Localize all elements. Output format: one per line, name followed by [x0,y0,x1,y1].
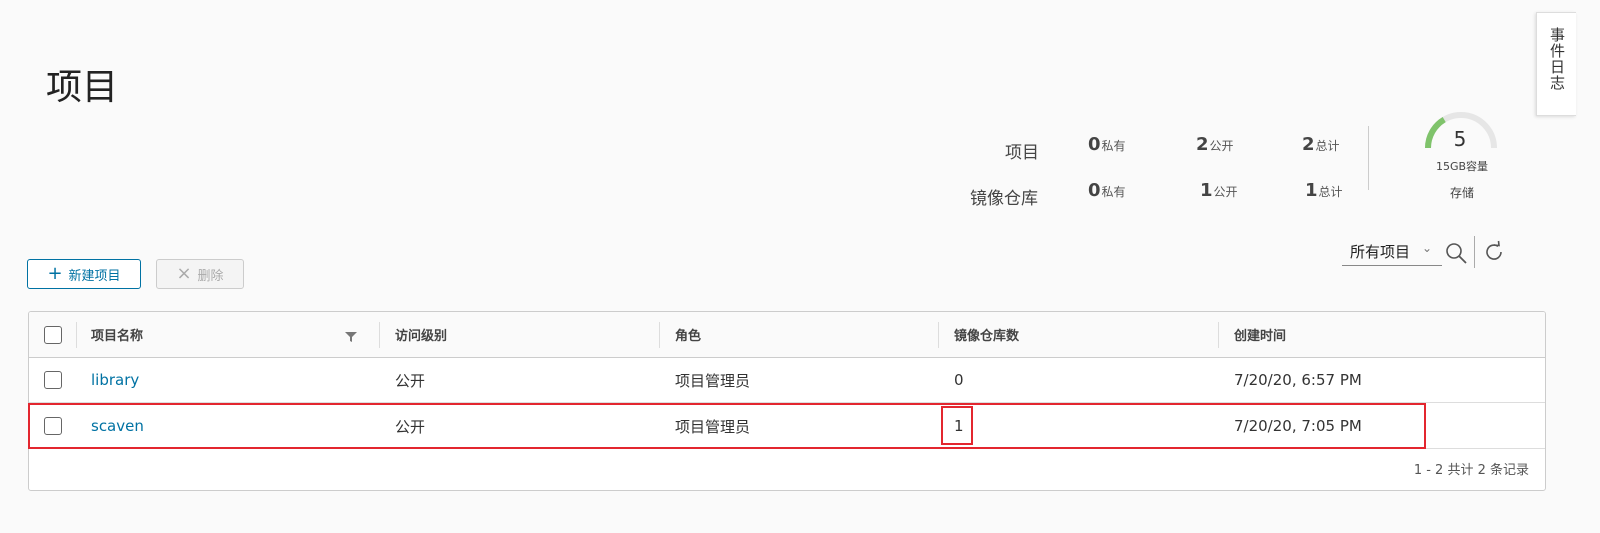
projects-stats-row: 项目 0私有 2公开 2总计 [960,134,1360,164]
projects-total-num: 2 [1302,134,1315,155]
refresh-icon[interactable] [1482,240,1506,264]
column-header-created[interactable]: 创建时间 [1234,312,1286,357]
projects-public-unit: 公开 [1209,139,1234,153]
role: 项目管理员 [675,371,751,390]
delete-button[interactable]: × 删除 [156,259,244,289]
column-divider [76,322,77,348]
chevron-down-icon: ⌄ [1421,241,1432,255]
repositories-stats-row: 镜像仓库 0私有 1公开 1总计 [960,180,1360,210]
delete-label: 删除 [197,268,224,284]
column-divider [379,322,380,348]
repositories-total-num: 1 [1305,180,1318,201]
repositories-private-num: 0 [1088,180,1101,201]
storage-label: 存储 [1449,186,1474,200]
column-header-name[interactable]: 项目名称 [91,312,143,357]
repositories-public-unit: 公开 [1213,185,1238,199]
projects-private-num: 0 [1088,134,1101,155]
repositories-public-num: 1 [1200,180,1213,201]
project-filter-select[interactable]: 所有项目 ⌄ [1342,238,1442,266]
toolbar-divider [1474,236,1475,268]
event-log-tab[interactable]: 事件日志 [1536,12,1576,116]
repositories-private: 0私有 [1088,180,1126,201]
repositories-stats-label: 镜像仓库 [970,189,1038,209]
column-divider [1218,322,1219,348]
search-icon[interactable] [1444,241,1468,265]
repositories-public: 1公开 [1200,180,1238,201]
column-header-access[interactable]: 访问级别 [395,312,447,357]
projects-private-unit: 私有 [1101,139,1126,153]
select-all-checkbox[interactable] [44,326,62,344]
column-header-repo-count[interactable]: 镜像仓库数 [954,312,1019,357]
table-header: 项目名称 访问级别 角色 镜像仓库数 创建时间 [29,312,1545,358]
storage-value: 5 [1453,127,1467,151]
project-name-link[interactable]: library [91,358,139,402]
highlight-cell-annotation [941,406,973,445]
table-row: library 公开 项目管理员 0 7/20/20, 6:57 PM [29,358,1545,403]
page-title: 项目 [46,67,119,108]
stats-divider [1368,126,1369,190]
repo-count: 0 [954,371,964,389]
projects-private: 0私有 [1088,134,1126,155]
event-log-label: 事件日志 [1548,27,1566,91]
row-checkbox[interactable] [44,371,62,389]
repositories-total-unit: 总计 [1318,185,1343,199]
column-header-role[interactable]: 角色 [675,312,701,357]
column-divider [659,322,660,348]
column-divider [938,322,939,348]
projects-total-unit: 总计 [1315,139,1340,153]
project-filter-value: 所有项目 [1350,243,1411,261]
repositories-total: 1总计 [1305,180,1343,201]
projects-table: 项目名称 访问级别 角色 镜像仓库数 创建时间 library 公开 项目管理员… [28,311,1546,491]
repositories-private-unit: 私有 [1101,185,1126,199]
creation-time: 7/20/20, 6:57 PM [1234,371,1362,389]
projects-public: 2公开 [1196,134,1234,155]
filter-icon[interactable] [345,331,357,343]
plus-icon: + [47,263,63,284]
new-project-button[interactable]: + 新建项目 [27,259,141,289]
access-level: 公开 [395,371,426,390]
projects-public-num: 2 [1196,134,1209,155]
close-icon: × [176,263,192,284]
pagination-summary: 1 - 2 共计 2 条记录 [1413,463,1529,478]
projects-total: 2总计 [1302,134,1340,155]
projects-stats-label: 项目 [1005,143,1039,163]
storage-capacity: 15GB容量 [1435,160,1489,173]
highlight-row-annotation [28,403,1426,449]
new-project-label: 新建项目 [68,268,121,284]
